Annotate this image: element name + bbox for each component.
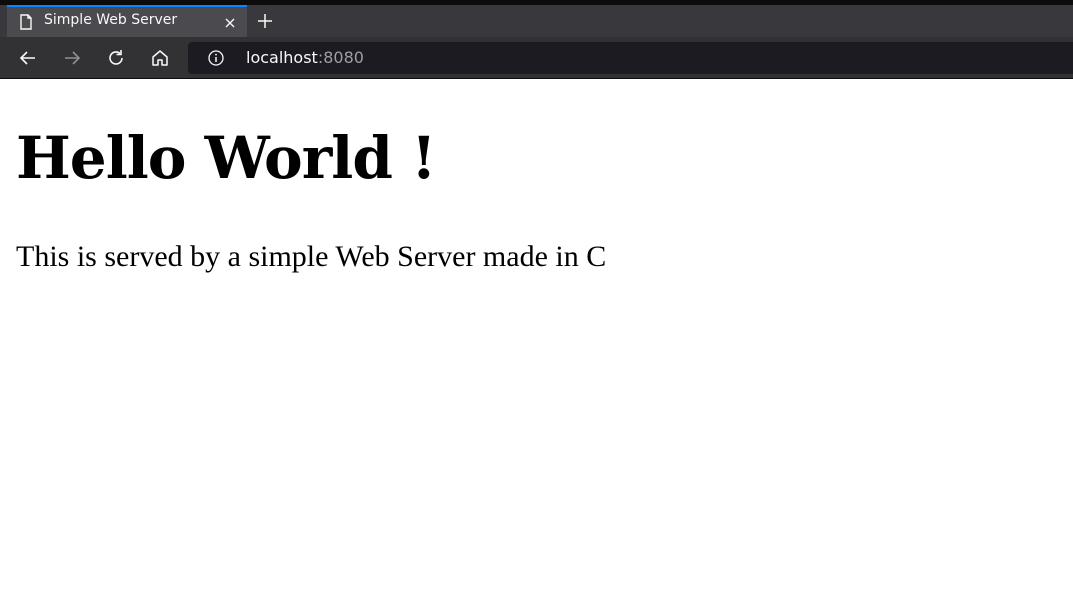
url-port: :8080 bbox=[317, 48, 364, 67]
new-tab-icon[interactable] bbox=[256, 12, 274, 30]
navigation-bar: localhost:8080 bbox=[0, 37, 1073, 79]
info-icon[interactable] bbox=[208, 50, 224, 66]
url-text[interactable]: localhost:8080 bbox=[246, 48, 364, 67]
tab-simple-web-server[interactable]: Simple Web Server bbox=[7, 5, 247, 37]
url-host: localhost bbox=[246, 48, 318, 67]
home-icon[interactable] bbox=[149, 47, 171, 69]
close-icon[interactable] bbox=[223, 15, 237, 29]
forward-arrow-icon[interactable] bbox=[61, 47, 83, 69]
page-paragraph: This is served by a simple Web Server ma… bbox=[16, 240, 607, 273]
tab-bar: Simple Web Server bbox=[0, 5, 1073, 37]
page-content: Hello World ! This is served by a simple… bbox=[0, 80, 1073, 592]
reload-icon[interactable] bbox=[105, 47, 127, 69]
page-icon bbox=[19, 14, 33, 30]
tab-title: Simple Web Server bbox=[44, 12, 178, 28]
address-bar[interactable]: localhost:8080 bbox=[188, 42, 1073, 74]
page-heading: Hello World ! bbox=[16, 124, 437, 192]
back-arrow-icon[interactable] bbox=[17, 47, 39, 69]
